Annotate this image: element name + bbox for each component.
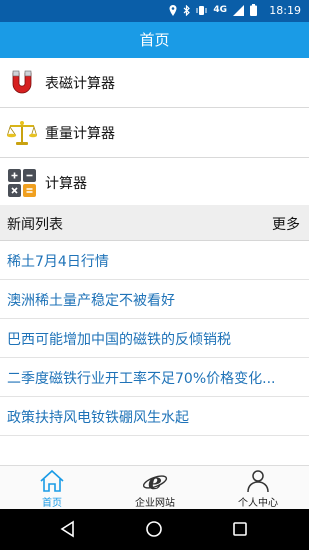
status-icons: 4G: [169, 4, 257, 16]
news-section-header: 新闻列表 更多: [0, 205, 309, 241]
vibrate-icon: [196, 5, 207, 15]
tool-label: 表磁计算器: [45, 75, 115, 92]
news-item[interactable]: 政策扶持风电钕铁硼风生水起: [0, 397, 309, 436]
tool-label: 计算器: [45, 175, 87, 192]
page-title: 首页: [0, 22, 309, 58]
status-time: 18:19: [269, 4, 301, 17]
tab-personal-center[interactable]: 个人中心: [215, 466, 301, 510]
battery-icon: [250, 4, 257, 16]
svg-text:e: e: [148, 469, 162, 493]
home-button-icon[interactable]: [144, 519, 164, 539]
status-bar: 4G 18:19: [0, 0, 309, 22]
news-item-title: 政策扶持风电钕铁硼风生水起: [7, 410, 189, 426]
news-item-title: 澳洲稀土量产稳定不被看好: [7, 293, 175, 309]
news-item[interactable]: 巴西可能增加中国的磁铁的反倾销税: [0, 319, 309, 358]
tab-home[interactable]: 首页: [10, 466, 94, 510]
back-icon[interactable]: [58, 519, 78, 539]
news-item[interactable]: 澳洲稀土量产稳定不被看好: [0, 280, 309, 319]
bottom-tab-bar: 首页 e 企业网站 个人中心: [0, 465, 309, 509]
tool-label: 重量计算器: [45, 125, 115, 142]
recent-apps-icon[interactable]: [230, 519, 250, 539]
signal-icon: [233, 4, 244, 16]
tool-magnet-calculator[interactable]: 表磁计算器: [0, 58, 309, 108]
more-link[interactable]: 更多: [272, 214, 300, 234]
tab-company-website[interactable]: e 企业网站: [112, 466, 198, 510]
news-item-title: 巴西可能增加中国的磁铁的反倾销税: [7, 332, 231, 348]
tab-label: 企业网站: [135, 498, 175, 509]
news-item[interactable]: 稀土7月4日行情: [0, 241, 309, 280]
browser-icon: e: [142, 469, 168, 493]
calculator-icon: [8, 168, 36, 197]
news-item[interactable]: 二季度磁铁行业开工率不足70%价格变化...: [0, 358, 309, 397]
tab-label: 首页: [42, 498, 62, 509]
home-icon: [40, 469, 64, 492]
system-navigation-bar: [0, 509, 309, 550]
tab-label: 个人中心: [238, 498, 278, 509]
network-type: 4G: [213, 5, 227, 15]
bluetooth-icon: [183, 4, 191, 16]
scale-icon: [7, 120, 37, 145]
location-icon: [169, 4, 177, 16]
news-section-title: 新闻列表: [7, 217, 63, 233]
tool-weight-calculator[interactable]: 重量计算器: [0, 108, 309, 158]
tool-calculator[interactable]: 计算器: [0, 158, 309, 208]
person-icon: [247, 470, 269, 493]
news-item-title: 稀土7月4日行情: [7, 254, 109, 270]
news-item-title: 二季度磁铁行业开工率不足70%价格变化...: [7, 371, 276, 387]
magnet-icon: [12, 70, 32, 93]
